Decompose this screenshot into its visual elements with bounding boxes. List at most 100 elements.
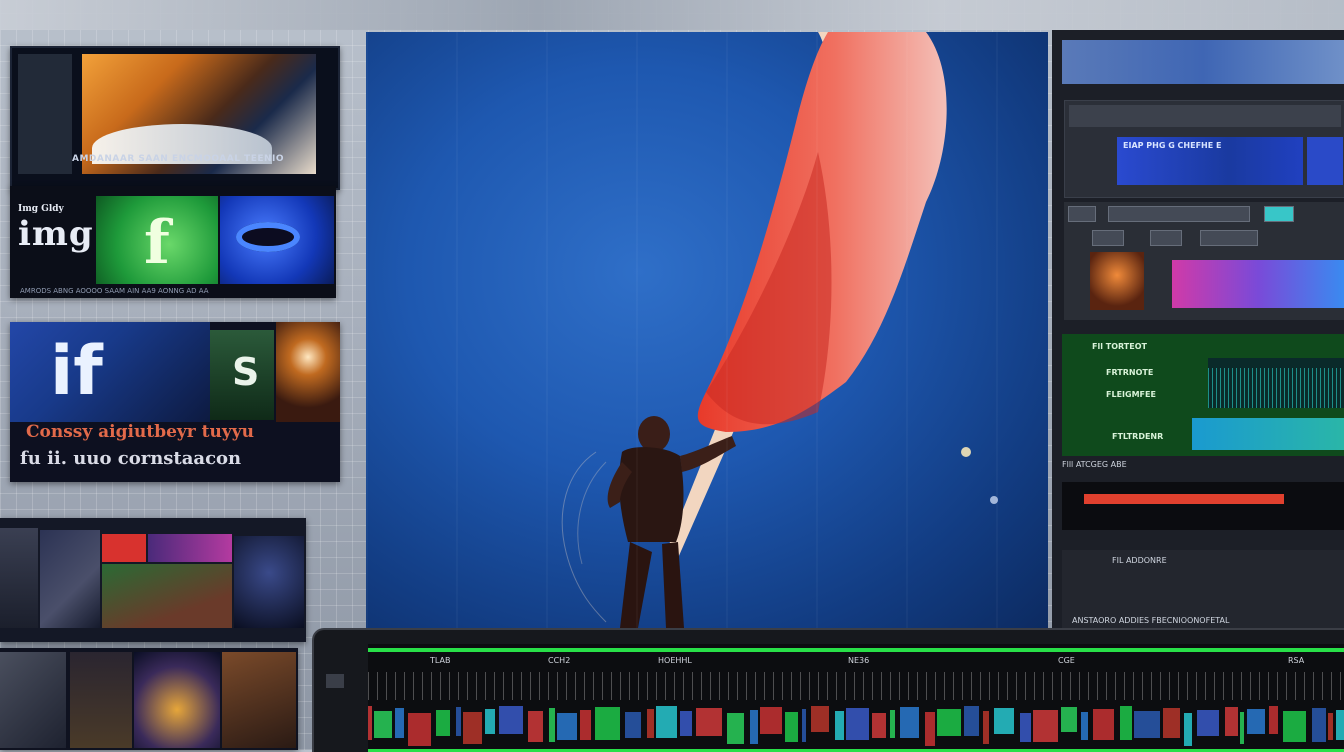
timeline-clip[interactable] bbox=[994, 708, 1014, 734]
timeline-clip[interactable] bbox=[846, 708, 869, 740]
timeline-clip[interactable] bbox=[1134, 711, 1160, 738]
timeline-clips[interactable] bbox=[368, 706, 1344, 748]
panel-film-strip[interactable] bbox=[0, 648, 298, 750]
timeline-monitor: TLAB CCH2 HOEHHL NE36 CGE RSA bbox=[312, 628, 1344, 752]
scopes-panel[interactable]: Fll TORTEOT FRTRNOTE FLEIGMFEE FTLTRDENR bbox=[1062, 334, 1344, 456]
timeline-clip[interactable] bbox=[872, 713, 886, 738]
timeline-clip[interactable] bbox=[983, 711, 989, 744]
timeline-clip[interactable] bbox=[1269, 706, 1278, 734]
timeline-clip[interactable] bbox=[1247, 709, 1265, 734]
timeline-clip[interactable] bbox=[408, 713, 431, 746]
tool-button[interactable] bbox=[1200, 230, 1258, 246]
timeline-clip[interactable] bbox=[890, 710, 895, 738]
timeline-clip[interactable] bbox=[1093, 709, 1114, 740]
person-silhouette bbox=[607, 416, 736, 628]
color-thumbnail[interactable] bbox=[1090, 252, 1144, 310]
timeline-clip[interactable] bbox=[1120, 706, 1132, 740]
timeline-clip[interactable] bbox=[1283, 711, 1306, 742]
panel-collage[interactable]: if S Conssy aigiutbeyr tuyyu fu ii. uuo … bbox=[10, 322, 340, 482]
timeline-side-icon[interactable] bbox=[326, 674, 344, 688]
timeline-clip[interactable] bbox=[1240, 712, 1244, 744]
timeline-clip[interactable] bbox=[785, 712, 798, 742]
timeline-clip[interactable] bbox=[463, 712, 482, 744]
timeline-clip[interactable] bbox=[625, 712, 641, 738]
timeline-clip[interactable] bbox=[395, 708, 404, 738]
effects-preview-secondary[interactable] bbox=[1307, 137, 1343, 185]
timeline-clip[interactable] bbox=[549, 708, 555, 742]
audio-meter-panel[interactable] bbox=[1062, 482, 1344, 530]
mosaic-tile[interactable] bbox=[40, 530, 100, 628]
tile-s[interactable]: S bbox=[210, 330, 274, 420]
timeline-clip[interactable] bbox=[557, 713, 577, 740]
tools-panel[interactable] bbox=[1064, 202, 1344, 320]
film-frame[interactable] bbox=[222, 652, 296, 748]
timeline-clip[interactable] bbox=[456, 707, 461, 736]
mosaic-tile[interactable] bbox=[102, 564, 232, 628]
timeline-clip[interactable] bbox=[1328, 713, 1333, 740]
panel-brand-tiles[interactable]: Img Gldy img f AMRODS ABNG AOOOO SAAM AI… bbox=[10, 186, 336, 298]
timeline-clip[interactable] bbox=[750, 710, 758, 744]
timeline-clip[interactable] bbox=[680, 711, 692, 736]
tile-blue-logo[interactable] bbox=[220, 196, 334, 284]
timeline-clip[interactable] bbox=[580, 710, 591, 740]
timeline-clip[interactable] bbox=[1061, 707, 1077, 732]
mosaic-tile[interactable] bbox=[102, 534, 146, 562]
tile-if[interactable]: if bbox=[10, 322, 210, 422]
effects-panel[interactable]: EIAP PHG G CHEFHE E bbox=[1064, 100, 1344, 198]
tool-accent-button[interactable] bbox=[1264, 206, 1294, 222]
waveform-scope[interactable] bbox=[1208, 358, 1344, 408]
tile-green-f[interactable]: f bbox=[96, 196, 218, 284]
timeline-clip[interactable] bbox=[1336, 710, 1344, 740]
timeline-clip[interactable] bbox=[760, 707, 782, 734]
mosaic-tile[interactable] bbox=[148, 534, 232, 562]
timeline-clip[interactable] bbox=[900, 707, 919, 738]
timeline-track-area[interactable]: TLAB CCH2 HOEHHL NE36 CGE RSA bbox=[368, 644, 1344, 752]
panel-landscape-thumbnail[interactable]: AMDANAAR SAAN ENCMOOAAL TEENIO bbox=[10, 46, 340, 190]
timeline-clip[interactable] bbox=[1225, 707, 1238, 736]
timeline-clip[interactable] bbox=[1163, 708, 1180, 738]
film-frame[interactable] bbox=[134, 652, 220, 748]
timeline-clip[interactable] bbox=[802, 709, 806, 742]
media-browser-panel[interactable]: FIL ADDONRE ANSTAORO ADDIES FBECNIOONOFE… bbox=[1062, 550, 1344, 632]
timeline-clip[interactable] bbox=[1033, 710, 1058, 742]
timeline-clip[interactable] bbox=[1020, 713, 1031, 742]
timeline-clip[interactable] bbox=[485, 709, 495, 734]
preview-header[interactable] bbox=[1062, 40, 1344, 84]
timeline-clip[interactable] bbox=[964, 706, 979, 736]
timeline-clip[interactable] bbox=[595, 707, 620, 740]
scope-row-label: FRTRNOTE bbox=[1106, 368, 1154, 377]
transport-controls-label[interactable]: Flll ATCGEG ABE bbox=[1062, 460, 1344, 476]
timeline-clip[interactable] bbox=[937, 709, 961, 736]
mosaic-tile[interactable] bbox=[234, 536, 304, 628]
vectorscope-bar[interactable] bbox=[1192, 418, 1344, 450]
dock-square-icon[interactable] bbox=[1150, 230, 1182, 246]
timeline-clip[interactable] bbox=[1184, 713, 1192, 746]
timeline-clip[interactable] bbox=[1081, 712, 1088, 740]
timeline-clip[interactable] bbox=[727, 713, 744, 744]
timeline-clip[interactable] bbox=[835, 711, 844, 740]
panel-caption: AMDANAAR SAAN ENCMOOAAL TEENIO bbox=[72, 154, 285, 164]
tool-field[interactable] bbox=[1108, 206, 1250, 222]
panel-mosaic[interactable] bbox=[0, 518, 306, 642]
viewer-main-image[interactable] bbox=[366, 32, 1048, 632]
film-frame[interactable] bbox=[0, 652, 66, 748]
timeline-clip[interactable] bbox=[925, 712, 935, 746]
timeline-clip[interactable] bbox=[811, 706, 829, 732]
film-frame[interactable] bbox=[70, 652, 132, 748]
color-gradient-swatch[interactable] bbox=[1172, 260, 1344, 308]
timeline-clip[interactable] bbox=[368, 706, 372, 740]
mosaic-tile[interactable] bbox=[0, 528, 38, 628]
timeline-clip[interactable] bbox=[436, 710, 450, 736]
tool-button[interactable] bbox=[1068, 206, 1096, 222]
timeline-clip[interactable] bbox=[374, 711, 392, 738]
tool-button[interactable] bbox=[1092, 230, 1124, 246]
timeline-clip[interactable] bbox=[1197, 710, 1219, 736]
timeline-clip[interactable] bbox=[656, 706, 677, 738]
tile-glow[interactable] bbox=[276, 322, 340, 422]
timeline-clip[interactable] bbox=[647, 709, 654, 738]
timeline-clip[interactable] bbox=[528, 711, 543, 742]
timeline-clip[interactable] bbox=[1312, 708, 1326, 742]
effects-toolbar[interactable] bbox=[1069, 105, 1341, 127]
timeline-clip[interactable] bbox=[499, 706, 523, 734]
timeline-clip[interactable] bbox=[696, 708, 722, 736]
